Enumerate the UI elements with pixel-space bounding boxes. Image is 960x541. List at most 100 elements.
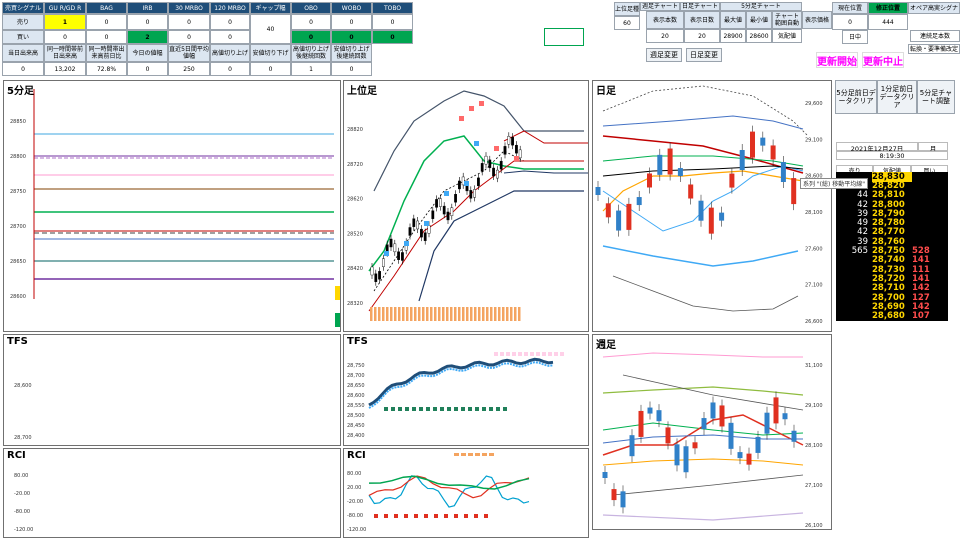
candle-body <box>514 144 518 154</box>
axis-tick-label: 80.00 <box>14 473 28 479</box>
weekly-trend-lower <box>612 474 804 496</box>
daily-candle-body <box>739 150 745 171</box>
daily-chart-panel: 日足 29,600 29,100 28,600 28,100 27,600 27,100 2… <box>592 80 832 332</box>
clear-1min-button[interactable]: 1分足前日データクリア <box>877 80 917 114</box>
min-value[interactable]: 28600 <box>746 29 772 43</box>
weekly-candle-body <box>629 435 635 457</box>
order-book-row: 28,690 142 <box>836 302 948 312</box>
tfs-green-marker <box>391 407 395 411</box>
upper-value[interactable]: 60 <box>614 16 640 30</box>
continue-count-label: 連続足本数 <box>910 30 960 42</box>
signal-buy-value-9: 0 <box>372 30 413 44</box>
order-book-row: 39 28,760 <box>836 237 948 247</box>
stats-value-3: 0 <box>127 62 168 76</box>
up-arrow-marker <box>335 313 340 327</box>
weekly-candle-body <box>782 413 788 420</box>
axis-tick-label: 26,600 <box>805 319 823 325</box>
signal-buy-value-2: 0 <box>86 30 127 44</box>
candle-body <box>416 220 420 230</box>
signal-buy-value-8: 0 <box>331 30 372 44</box>
update-stop-button[interactable]: 更新中止 <box>862 52 904 68</box>
weekly-candle-body <box>638 410 644 437</box>
rci-red-marker <box>434 514 438 518</box>
signal-header-7: OBO <box>291 2 331 14</box>
rci-red-marker <box>484 514 488 518</box>
time-axis-tick <box>478 307 481 321</box>
stats-header-0: 当日出来高 <box>2 44 44 62</box>
time-axis-tick <box>446 307 449 321</box>
signal-header-9: TOBO <box>372 2 413 14</box>
display-price-label: 表示価格 <box>802 11 832 29</box>
time-axis-tick <box>426 307 429 321</box>
axis-tick-label: 28520 <box>347 231 363 237</box>
weekly-candle-body <box>764 412 770 434</box>
tfs-green-marker <box>405 407 409 411</box>
order-book-qty: 565 <box>851 246 868 257</box>
rci-orange-marker <box>482 453 487 456</box>
stats-value-6: 0 <box>250 62 291 76</box>
signal-buy-value-5: 0 <box>210 30 250 44</box>
update-start-button[interactable]: 更新開始 <box>816 52 858 68</box>
time-axis-tick <box>430 307 433 321</box>
axis-tick-label: 28,650 <box>347 383 365 389</box>
chart-drawn-label: チャート範囲自動 <box>772 11 802 29</box>
stats-value-8: 0 <box>331 62 372 76</box>
order-book-row: 28,740 141 <box>836 255 948 265</box>
signal-header-6: ギャップ幅 <box>250 2 291 14</box>
rci-orange-marker <box>461 453 466 456</box>
five-min-chart-label: 5分足チャート <box>720 2 802 11</box>
weekly-candle-body <box>701 418 707 430</box>
time-axis-tick <box>518 307 521 321</box>
axis-tick-label: 26,100 <box>805 523 823 529</box>
rci-mid-panel: RCI 80.00 20.00 -20.00 -80.00 -120.00 <box>343 448 589 538</box>
axis-tick-label: 28,500 <box>347 413 365 419</box>
rci-red-marker <box>444 514 448 518</box>
candle-body <box>427 225 431 234</box>
candle-body <box>438 198 442 207</box>
correct-pos-value[interactable]: 444 <box>868 14 908 30</box>
time-axis-tick <box>482 307 485 321</box>
stats-value-7: 1 <box>291 62 331 76</box>
order-book-row: 28,710 142 <box>836 283 948 293</box>
daily-candle-body <box>626 203 632 230</box>
tfs-pink-marker <box>542 352 546 356</box>
tfs-pink-marker <box>494 352 498 356</box>
max-value[interactable]: 28900 <box>720 29 746 43</box>
display-count-value[interactable]: 20 <box>646 29 684 43</box>
tfs-pink-marker <box>548 352 552 356</box>
selected-cell[interactable] <box>544 28 584 46</box>
axis-tick-label: -120.00 <box>14 527 33 533</box>
stats-header-6: 安値切り下げ <box>250 44 291 62</box>
axis-tick-label: 28320 <box>347 301 363 307</box>
day-change-button[interactable]: 日足変更 <box>686 48 722 62</box>
tfs-green-marker <box>419 407 423 411</box>
signal-square-blue <box>384 251 389 256</box>
candle-body <box>408 227 412 236</box>
rci-red-marker <box>394 514 398 518</box>
axis-tick-label: 28,700 <box>347 373 365 379</box>
display-days-label: 表示日数 <box>684 11 720 29</box>
display-days-value[interactable]: 20 <box>684 29 720 43</box>
weekly-line-orange <box>602 458 804 466</box>
time-axis-tick <box>386 307 389 321</box>
time-axis-tick <box>406 307 409 321</box>
adjust-5min-button[interactable]: 5分足チャート調整 <box>917 80 955 114</box>
axis-tick-label: 80.00 <box>347 471 361 477</box>
axis-tick-label: 20.00 <box>347 485 361 491</box>
tfs-left-chart: 28,600 28,700 <box>14 383 32 441</box>
chart-drawn-value[interactable]: 気配値 <box>772 29 802 43</box>
signal-header-8: WOBO <box>331 2 372 14</box>
tfs-green-marker <box>454 407 458 411</box>
candle-body <box>378 271 382 280</box>
stats-value-4: 250 <box>168 62 210 76</box>
signal-sell-value-9: 0 <box>372 14 413 30</box>
weekly-title: 週足 <box>596 340 616 351</box>
order-book-row: 39 28,790 <box>836 209 948 219</box>
daily-candle-body <box>647 173 652 188</box>
rci-orange-marker <box>475 453 480 456</box>
axis-tick-label: -80.00 <box>347 513 363 519</box>
period-change-button[interactable]: 週足変更 <box>646 48 682 62</box>
clear-5min-button[interactable]: 5分足前日データクリア <box>835 80 877 114</box>
order-book-row: 28,680 107 <box>836 311 948 321</box>
current-pos-value[interactable]: 0 <box>832 14 868 30</box>
